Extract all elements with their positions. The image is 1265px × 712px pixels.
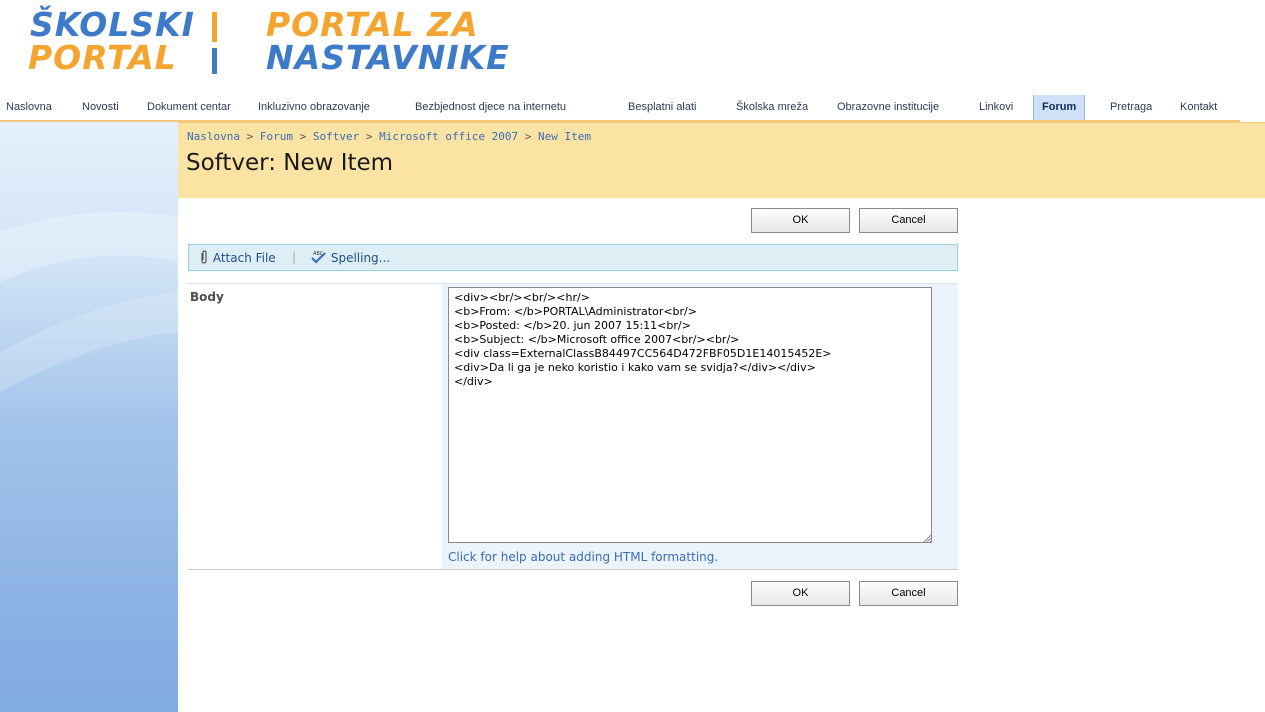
nav-item-dokument-centar[interactable]: Dokument centar	[147, 95, 231, 120]
left-panel	[0, 122, 178, 712]
breadcrumb-microsoft-office[interactable]: Microsoft office 2007	[379, 130, 518, 143]
nav-item-forum[interactable]: Forum	[1033, 95, 1086, 120]
breadcrumb-separator: >	[365, 130, 373, 143]
logo-skolski: ŠKOLSKI	[30, 5, 195, 44]
body-label: Body	[190, 290, 224, 304]
resize-handle-icon[interactable]	[923, 534, 932, 543]
body-field-cell: <div><br/><br/><hr/> <b>From: </b>PORTAL…	[442, 284, 958, 569]
left-panel-decoration	[0, 212, 178, 392]
attach-file-label: Attach File	[212, 251, 276, 265]
nav-item-inkluzivno-obrazovanje[interactable]: Inkluzivno obrazovanje	[258, 95, 370, 120]
logo-separator	[212, 12, 217, 74]
body-label-cell: Body	[188, 284, 442, 569]
nav-item-pretraga[interactable]: Pretraga	[1110, 95, 1152, 120]
breadcrumb-new-item: New Item	[538, 130, 592, 143]
spellcheck-icon: ABC	[311, 251, 326, 264]
ok-button-top[interactable]: OK	[751, 208, 850, 233]
top-navigation: Naslovna Novosti Dokument centar Inkluzi…	[0, 95, 1240, 122]
breadcrumb-softver[interactable]: Softver	[313, 130, 359, 143]
nav-item-bezbjednost[interactable]: Bezbjednost djece na internetu	[415, 95, 566, 120]
breadcrumb-forum[interactable]: Forum	[260, 130, 293, 143]
logo-portal-za: PORTAL ZA	[266, 5, 479, 44]
form-bottom-divider	[188, 569, 958, 570]
attach-file-button[interactable]: Attach File	[199, 250, 276, 265]
breadcrumb-separator: >	[246, 130, 254, 143]
logo-nastavnike: NASTAVNIKE	[266, 38, 510, 77]
nav-item-naslovna[interactable]: Naslovna	[6, 95, 52, 120]
nav-item-skolska-mreza[interactable]: Školska mreža	[736, 95, 808, 120]
nav-item-novosti[interactable]: Novosti	[82, 95, 119, 120]
form-toolbar: Attach File | ABC Spelling...	[188, 244, 958, 271]
breadcrumb: Naslovna > Forum > Softver > Microsoft o…	[187, 130, 591, 143]
page-title: Softver: New Item	[186, 150, 394, 176]
spelling-label: Spelling...	[330, 251, 391, 265]
logo-portal: PORTAL	[28, 38, 177, 77]
breadcrumb-separator: >	[524, 130, 532, 143]
breadcrumb-separator: >	[299, 130, 307, 143]
nav-item-obrazovne-institucije[interactable]: Obrazovne institucije	[837, 95, 939, 120]
nav-item-linkovi[interactable]: Linkovi	[979, 95, 1013, 120]
breadcrumb-naslovna[interactable]: Naslovna	[187, 130, 240, 143]
html-formatting-help-link[interactable]: Click for help about adding HTML formatt…	[448, 550, 718, 564]
nav-item-besplatni-alati[interactable]: Besplatni alati	[628, 95, 697, 120]
body-textarea[interactable]: <div><br/><br/><hr/> <b>From: </b>PORTAL…	[448, 287, 932, 543]
paperclip-icon	[201, 250, 207, 264]
ok-button-bottom[interactable]: OK	[751, 581, 850, 606]
cancel-button-bottom[interactable]: Cancel	[859, 581, 958, 606]
item-form: Body <div><br/><br/><hr/> <b>From: </b>P…	[188, 283, 958, 570]
cancel-button-top[interactable]: Cancel	[859, 208, 958, 233]
toolbar-divider: |	[292, 250, 297, 264]
nav-item-kontakt[interactable]: Kontakt	[1180, 95, 1217, 120]
site-logo[interactable]: ŠKOLSKI PORTAL PORTAL ZA NASTAVNIKE	[0, 0, 1265, 92]
spelling-button[interactable]: ABC Spelling...	[310, 250, 390, 265]
